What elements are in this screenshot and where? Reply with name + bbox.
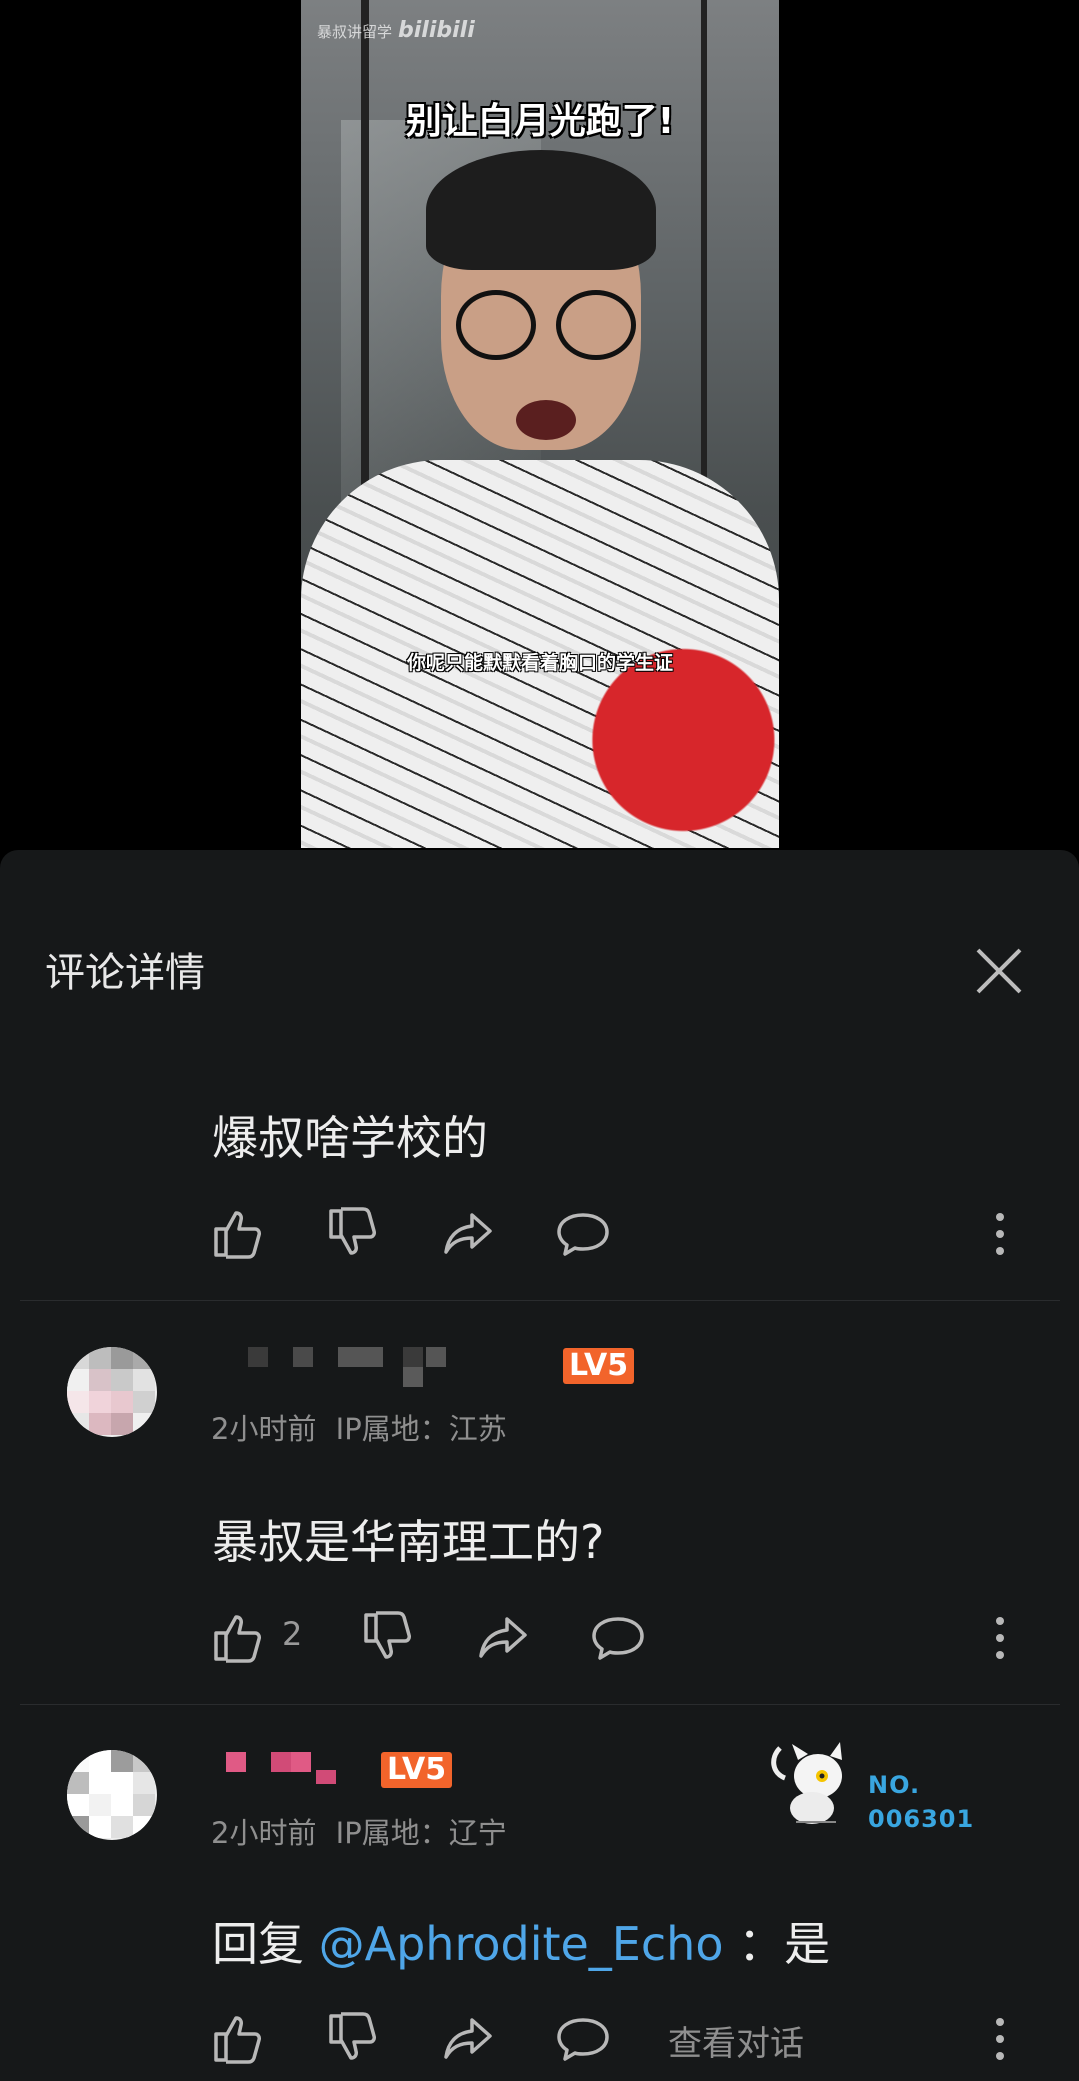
fan-badge-number: 006301: [868, 1805, 975, 1833]
video-player[interactable]: 暴叔讲留学 bilibili 别让白月光跑了! 你呢只能默默看着胸口的学生证: [301, 0, 779, 848]
share-icon[interactable]: [440, 1205, 496, 1261]
glasses-right: [556, 290, 636, 360]
thumbs-up-icon[interactable]: [210, 1205, 266, 1261]
watermark-channel: 暴叔讲留学: [317, 23, 393, 41]
thumbs-up-icon[interactable]: [210, 2010, 266, 2066]
sheet-title: 评论详情: [45, 950, 205, 996]
watermark-brand: bilibili: [398, 18, 475, 43]
comment-time: 2小时前: [211, 1412, 317, 1446]
fan-badge-label: NO.: [868, 1771, 921, 1799]
thumbs-up-icon[interactable]: [210, 1609, 266, 1665]
reply-content: ：是: [738, 1917, 831, 1971]
video-title-caption: 别让白月光跑了!: [405, 101, 675, 142]
video-subtitle-caption: 你呢只能默默看着胸口的学生证: [406, 652, 673, 674]
avatar[interactable]: [67, 1347, 157, 1437]
share-icon[interactable]: [440, 2010, 496, 2066]
share-icon[interactable]: [475, 1609, 531, 1665]
person-mouth: [516, 400, 576, 440]
view-conversation-button[interactable]: 查看对话: [668, 2016, 804, 2065]
thumbs-down-icon[interactable]: [325, 2010, 381, 2066]
comment-text: 暴叔是华南理工的?: [212, 1515, 605, 1569]
avatar[interactable]: [67, 1750, 157, 1840]
divider: [20, 1300, 1060, 1301]
thumbs-down-icon[interactable]: [360, 1609, 416, 1665]
close-icon[interactable]: [970, 942, 1028, 1000]
comment-time: 2小时前: [211, 1816, 317, 1850]
reply-icon[interactable]: [555, 2010, 611, 2066]
comment-detail-sheet: 评论详情 爆叔啥学校的 LV5 2小时前 IP属地：江苏 暴叔是华南理工的? 2…: [0, 850, 1079, 2081]
reply-prefix: 回复: [212, 1917, 304, 1971]
comment-text: 回复 @Aphrodite_Echo ：是: [212, 1908, 830, 1974]
comment-actions: 2: [210, 1609, 1030, 1669]
comment-text: 爆叔啥学校的: [212, 1111, 488, 1165]
comment-ip: IP属地：辽宁: [335, 1816, 507, 1850]
reply-icon[interactable]: [555, 1205, 611, 1261]
more-icon[interactable]: [990, 1613, 1010, 1663]
username-blurred[interactable]: [248, 1347, 458, 1387]
more-icon[interactable]: [990, 1209, 1010, 1259]
fan-badge: NO. 006301: [868, 1768, 974, 1836]
avatar-pendant-cat-icon: [760, 1738, 855, 1828]
comment-meta: 2小时前 IP属地：江苏: [211, 1406, 507, 1448]
comment-actions: [210, 1205, 1030, 1265]
comment-actions: 查看对话: [210, 2010, 1030, 2070]
mention-link[interactable]: @Aphrodite_Echo: [319, 1917, 724, 1971]
video-watermark: 暴叔讲留学 bilibili: [317, 18, 475, 43]
username-blurred[interactable]: [226, 1750, 346, 1784]
divider: [20, 1704, 1060, 1705]
glasses-left: [456, 290, 536, 360]
reply-icon[interactable]: [590, 1609, 646, 1665]
level-badge: LV5: [563, 1348, 635, 1384]
person-hair: [426, 150, 656, 270]
comment-ip: IP属地：江苏: [335, 1412, 507, 1446]
more-icon[interactable]: [990, 2014, 1010, 2064]
comment-meta: 2小时前 IP属地：辽宁: [211, 1810, 507, 1852]
level-badge: LV5: [381, 1752, 453, 1788]
thumbs-down-icon[interactable]: [325, 1205, 381, 1261]
like-count: 2: [282, 1615, 303, 1653]
